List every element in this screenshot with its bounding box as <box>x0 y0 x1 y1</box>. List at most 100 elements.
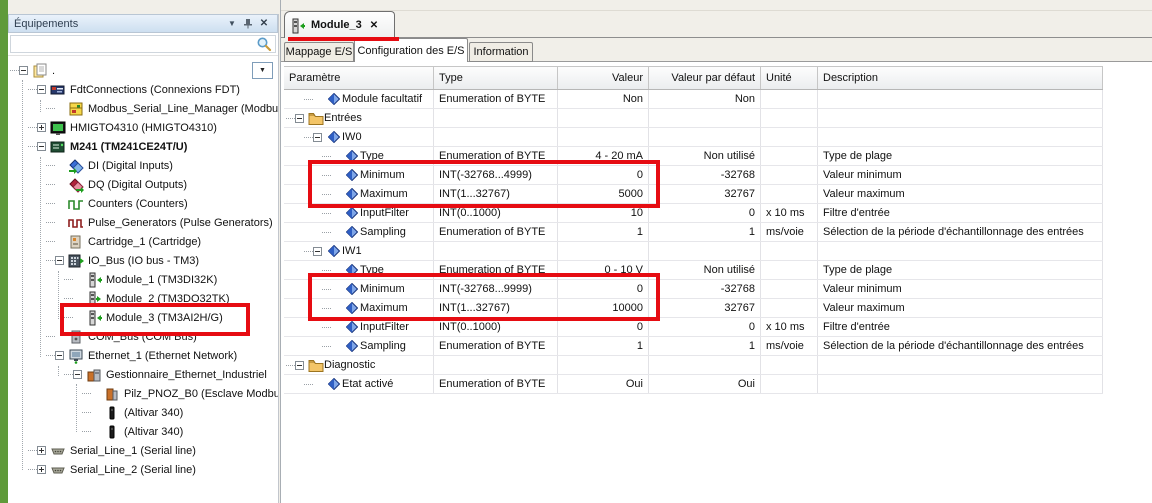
pin-icon[interactable] <box>240 17 256 31</box>
search-input[interactable] <box>10 35 276 53</box>
tab-module-3[interactable]: Module_3 ✕ <box>284 11 395 38</box>
expand-plus-icon[interactable] <box>37 465 46 474</box>
tree-guide-stub <box>46 355 55 356</box>
collapse-minus-icon[interactable] <box>55 351 64 360</box>
tree-item-m241-tm241ce24t-u[interactable]: M241 (TM241CE24T/U) <box>8 137 278 156</box>
collapse-minus-icon[interactable] <box>37 85 46 94</box>
tree-item-label: . <box>52 65 55 77</box>
collapse-minus-icon[interactable] <box>313 133 322 142</box>
cell-unite <box>761 185 818 203</box>
table-row-entr-es[interactable]: Entrées <box>284 109 1103 128</box>
collapse-minus-icon[interactable] <box>19 66 28 75</box>
cartridge-icon <box>68 234 84 250</box>
column-header-valeur-par-d-faut[interactable]: Valeur par défaut <box>649 67 761 89</box>
column-header-unit[interactable]: Unité <box>761 67 818 89</box>
tree-item-label: IO_Bus (IO bus - TM3) <box>88 255 199 267</box>
expander-slot <box>313 133 326 142</box>
collapse-minus-icon[interactable] <box>313 247 322 256</box>
cell-valeur[interactable] <box>558 242 649 260</box>
table-row-etat-activ[interactable]: Etat activéEnumeration of BYTEOuiOui <box>284 375 1103 394</box>
divider <box>281 10 1152 11</box>
cell-unite <box>761 109 818 127</box>
tree-item-serial-line-2-serial-line[interactable]: Serial_Line_2 (Serial line) <box>8 460 278 479</box>
tree-filter-dropdown[interactable]: ▼ <box>252 62 273 79</box>
tree-item-ethernet-1-ethernet-network[interactable]: Ethernet_1 (Ethernet Network) <box>8 346 278 365</box>
tree-item-altivar-340[interactable]: (Altivar 340) <box>8 422 278 441</box>
column-header-valeur[interactable]: Valeur <box>558 67 649 89</box>
tree-item-label: HMIGTO4310 (HMIGTO4310) <box>70 122 217 134</box>
tree-item-cartridge-1-cartridge[interactable]: Cartridge_1 (Cartridge) <box>8 232 278 251</box>
table-row-sampling[interactable]: SamplingEnumeration of BYTE11ms/voieSéle… <box>284 337 1103 356</box>
cell-unite <box>761 147 818 165</box>
expand-plus-icon[interactable] <box>37 123 46 132</box>
search-icon[interactable] <box>256 36 272 55</box>
tree-item-pilz-pnoz-b0-esclave-modbu[interactable]: Pilz_PNOZ_B0 (Esclave Modbu <box>8 384 278 403</box>
cell-parametre: Etat activé <box>284 375 434 393</box>
tree-item-di-digital-inputs[interactable]: DI (Digital Inputs) <box>8 156 278 175</box>
cell-description: Valeur maximum <box>818 299 1103 317</box>
tree-item-pulse-generators-pulse-generators[interactable]: Pulse_Generators (Pulse Generators) <box>8 213 278 232</box>
cell-valeur[interactable] <box>558 109 649 127</box>
close-icon[interactable]: ✕ <box>370 20 378 31</box>
tree-item-label: (Altivar 340) <box>124 426 183 438</box>
tab-information[interactable]: Information <box>469 42 533 62</box>
tree-guide-stub <box>46 203 55 204</box>
cell-valeur[interactable]: Non <box>558 90 649 108</box>
cell-description: Type de plage <box>818 147 1103 165</box>
cell-valeur[interactable] <box>558 128 649 146</box>
tree-item-label: Cartridge_1 (Cartridge) <box>88 236 201 248</box>
tree-item-io-bus-io-bus-tm3[interactable]: IO_Bus (IO bus - TM3) <box>8 251 278 270</box>
tree-item-gestionnaire-ethernet-industriel[interactable]: Gestionnaire_Ethernet_Industriel <box>8 365 278 384</box>
collapse-minus-icon[interactable] <box>73 370 82 379</box>
param-icon <box>344 319 360 335</box>
cell-description: Sélection de la période d'échantillonnag… <box>818 337 1103 355</box>
table-row-iw0[interactable]: IW0 <box>284 128 1103 147</box>
column-header-type[interactable]: Type <box>434 67 558 89</box>
tab-configuration-des-es[interactable]: Configuration des E/S <box>354 38 468 62</box>
tree-item-label: Module_1 (TM3DI32K) <box>106 274 217 286</box>
tree-item-label: Counters (Counters) <box>88 198 188 210</box>
tree-item-dq-digital-outputs[interactable]: DQ (Digital Outputs) <box>8 175 278 194</box>
tree-item-altivar-340[interactable]: (Altivar 340) <box>8 403 278 422</box>
collapse-minus-icon[interactable] <box>295 114 304 123</box>
plc-icon <box>50 139 66 155</box>
cell-valeur[interactable]: Oui <box>558 375 649 393</box>
close-icon[interactable]: ✕ <box>256 17 272 31</box>
fdt-icon <box>50 82 66 98</box>
table-row-sampling[interactable]: SamplingEnumeration of BYTE11ms/voieSéle… <box>284 223 1103 242</box>
tree-item-fdtconnections-connexions-fdt[interactable]: FdtConnections (Connexions FDT) <box>8 80 278 99</box>
tree-guide-stub <box>46 241 55 242</box>
tree-item-module-1-tm3di32k[interactable]: Module_1 (TM3DI32K) <box>8 270 278 289</box>
tab-mappage-es[interactable]: Mappage E/S <box>284 42 354 62</box>
tree-item-modbus-serial-line-manager-modbu[interactable]: Modbus_Serial_Line_Manager (Modbu <box>8 99 278 118</box>
cell-valeur-par-defaut: 1 <box>649 223 761 241</box>
expand-plus-icon[interactable] <box>37 446 46 455</box>
tree-item-hmigto4310-hmigto4310[interactable]: HMIGTO4310 (HMIGTO4310) <box>8 118 278 137</box>
cell-valeur[interactable]: 1 <box>558 223 649 241</box>
collapse-minus-icon[interactable] <box>55 256 64 265</box>
pulse-icon <box>68 215 84 231</box>
cell-valeur[interactable]: 1 <box>558 337 649 355</box>
tree-guide-stub <box>304 384 313 385</box>
tree-guide-stub <box>82 393 91 394</box>
collapse-minus-icon[interactable] <box>295 361 304 370</box>
chevron-down-icon[interactable]: ▼ <box>224 17 240 31</box>
column-header-param-tre[interactable]: Paramètre <box>284 67 434 89</box>
param-icon <box>326 376 342 392</box>
param-icon <box>326 129 342 145</box>
table-row-iw1[interactable]: IW1 <box>284 242 1103 261</box>
table-row-diagnostic[interactable]: Diagnostic <box>284 356 1103 375</box>
cell-description <box>818 90 1103 108</box>
side-strip <box>0 0 8 503</box>
column-header-description[interactable]: Description <box>818 67 1103 89</box>
parameter-name: InputFilter <box>360 207 409 219</box>
subtab-label: Mappage E/S <box>286 46 353 58</box>
cell-valeur-par-defaut: Non <box>649 90 761 108</box>
table-row-module-facultatif[interactable]: Module facultatifEnumeration of BYTENonN… <box>284 90 1103 109</box>
cell-valeur[interactable] <box>558 356 649 374</box>
cell-description: Valeur minimum <box>818 280 1103 298</box>
collapse-minus-icon[interactable] <box>37 142 46 151</box>
tree-item-counters-counters[interactable]: Counters (Counters) <box>8 194 278 213</box>
tree-item-serial-line-1-serial-line[interactable]: Serial_Line_1 (Serial line) <box>8 441 278 460</box>
tree-item-item[interactable]: . <box>8 61 278 80</box>
